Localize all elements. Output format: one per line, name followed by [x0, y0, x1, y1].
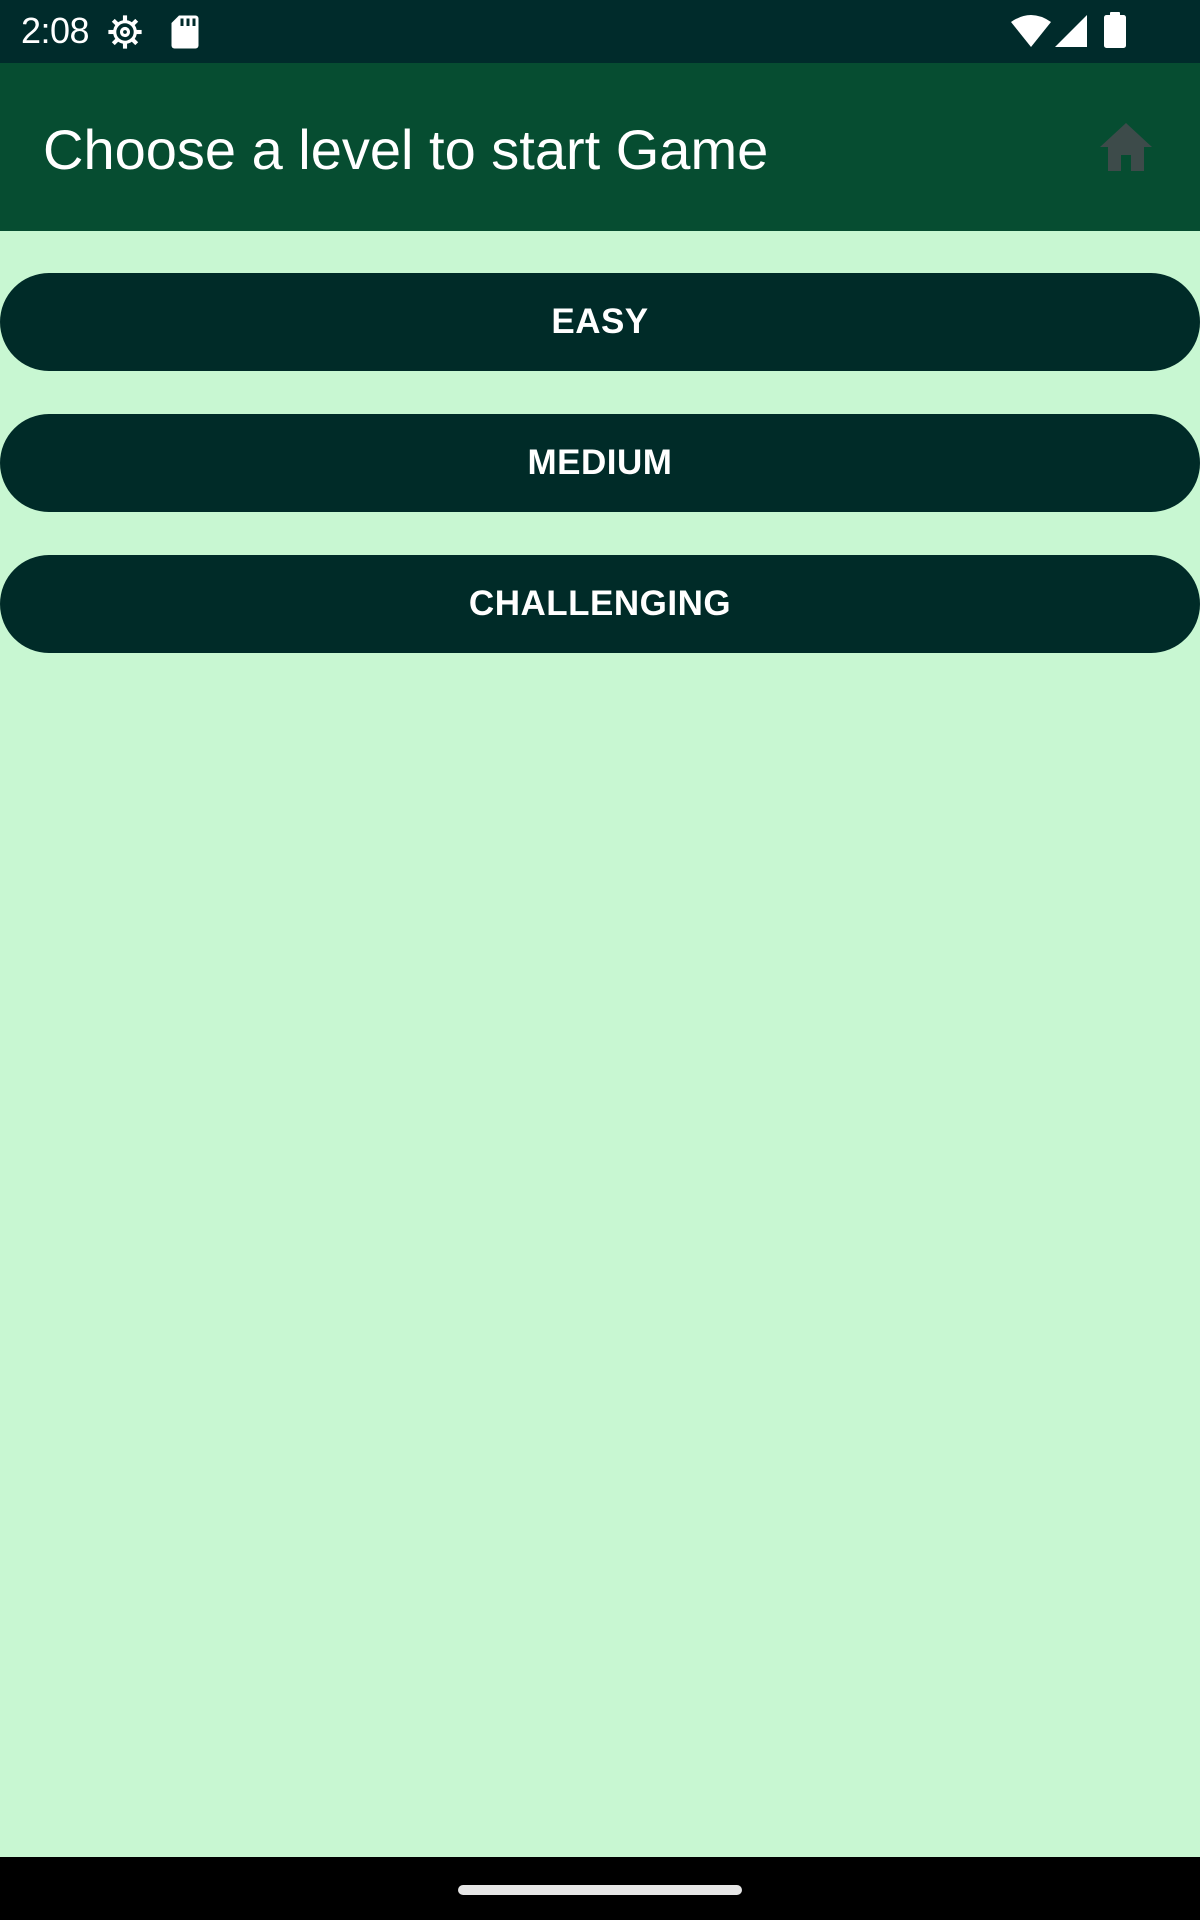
home-icon: [1100, 123, 1152, 171]
battery-icon: [1104, 12, 1126, 48]
medium-level-button[interactable]: MEDIUM: [0, 414, 1200, 512]
wifi-icon: [1011, 15, 1051, 47]
easy-level-label: EASY: [551, 302, 649, 341]
page-title: Choose a level to start Game: [43, 118, 769, 181]
settings-gear-icon: [108, 15, 142, 49]
home-button[interactable]: [1096, 119, 1156, 175]
challenging-level-button[interactable]: CHALLENGING: [0, 555, 1200, 653]
easy-level-button[interactable]: EASY: [0, 273, 1200, 371]
sd-card-icon: [171, 15, 199, 49]
level-select-screen: 2:08 Choose a level to start Game EASY M…: [0, 0, 1200, 1920]
status-bar: 2:08: [0, 0, 1200, 63]
gesture-handle[interactable]: [458, 1885, 742, 1895]
app-bar: Choose a level to start Game: [0, 63, 1200, 231]
cell-signal-icon: [1055, 15, 1087, 47]
navigation-bar: [0, 1857, 1200, 1920]
status-time: 2:08: [21, 10, 90, 51]
challenging-level-label: CHALLENGING: [468, 584, 732, 623]
medium-level-label: MEDIUM: [527, 443, 673, 482]
